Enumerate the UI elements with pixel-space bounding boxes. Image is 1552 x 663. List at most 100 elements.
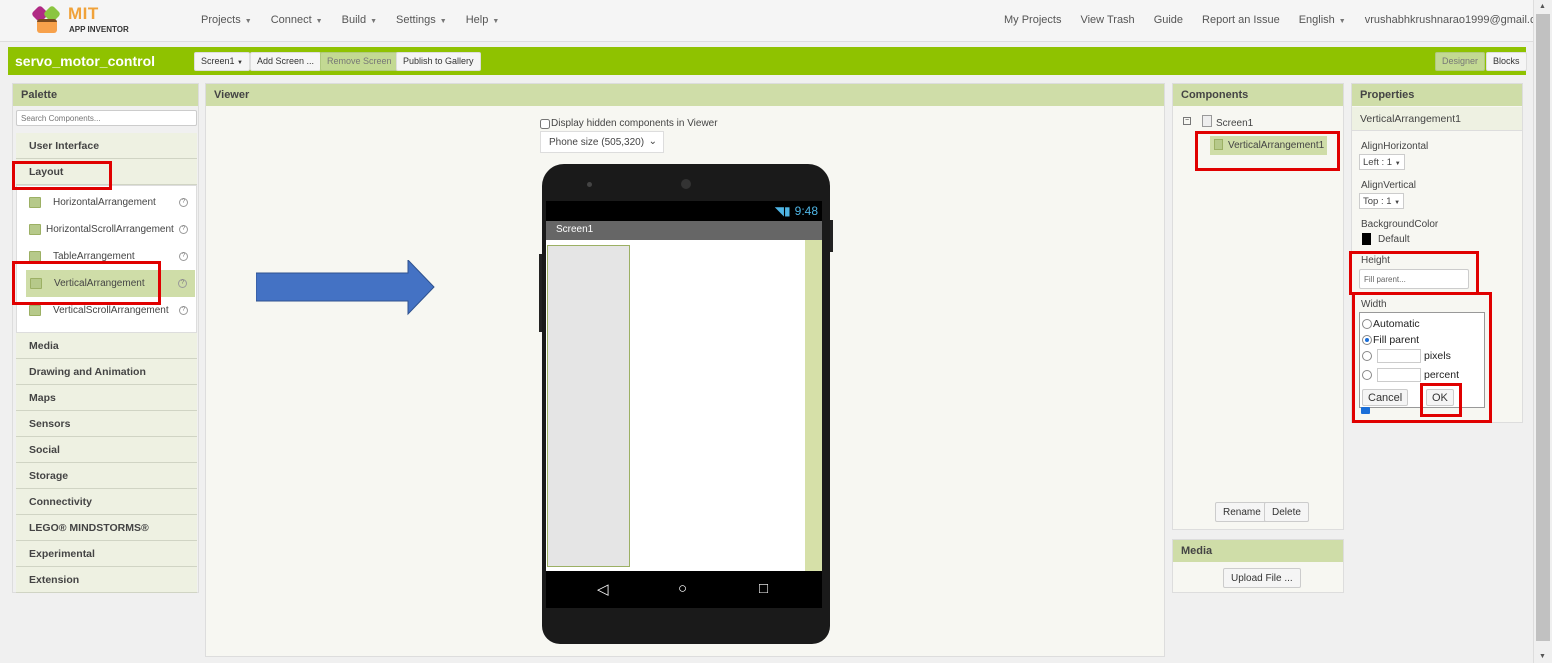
category-drawing-animation[interactable]: Drawing and Animation (16, 359, 197, 385)
phone-screen[interactable] (546, 240, 822, 571)
vertical-arrangement-preview[interactable] (547, 245, 630, 567)
horizontal-arrangement-icon (29, 197, 41, 208)
align-horizontal-select[interactable]: Left : 1 ▼ (1359, 154, 1405, 170)
scroll-down-icon[interactable]: ▼ (1539, 653, 1546, 660)
app-inventor-logo[interactable]: MIT APP INVENTOR (30, 4, 132, 36)
pixels-label: pixels (1424, 350, 1451, 362)
collapse-icon[interactable]: − (1183, 117, 1191, 125)
radio-fill-parent[interactable] (1362, 335, 1372, 345)
my-projects-link[interactable]: My Projects (1004, 14, 1061, 26)
language-menu[interactable]: English ▼ (1299, 14, 1346, 26)
publish-gallery-button[interactable]: Publish to Gallery (396, 52, 481, 71)
phone-size-select[interactable]: Phone size (505,320) ⌄ (540, 131, 664, 153)
display-hidden-checkbox[interactable]: Display hidden components in Viewer (540, 118, 718, 129)
component-search-input[interactable] (16, 110, 197, 126)
category-media[interactable]: Media (16, 333, 197, 359)
help-icon[interactable]: ? (179, 252, 188, 261)
palette-item-vertical-arrangement[interactable]: VerticalArrangement ? (26, 270, 195, 297)
phone-camera (681, 179, 691, 189)
background-color-label: BackgroundColor (1361, 219, 1439, 230)
caret-down-icon: ▼ (244, 18, 252, 25)
android-nav-bar: ◁ ○ □ (546, 571, 822, 608)
pixels-input[interactable] (1377, 349, 1421, 363)
category-sensors[interactable]: Sensors (16, 411, 197, 437)
add-screen-button[interactable]: Add Screen ... (250, 52, 322, 71)
category-layout[interactable]: Layout (16, 159, 197, 185)
height-input[interactable]: Fill parent... (1359, 269, 1469, 289)
project-name: servo_motor_control (15, 53, 156, 69)
guide-link[interactable]: Guide (1154, 14, 1183, 26)
help-icon[interactable]: ? (179, 198, 188, 207)
screen-scroll-strip (805, 240, 822, 571)
radio-automatic[interactable] (1362, 319, 1372, 329)
view-trash-link[interactable]: View Trash (1080, 14, 1134, 26)
menu-projects[interactable]: Projects ▼ (201, 14, 252, 26)
properties-title: Properties (1352, 84, 1522, 106)
percent-input[interactable] (1377, 368, 1421, 382)
menu-settings-label: Settings (396, 14, 436, 26)
width-option-pixels[interactable]: pixels (1362, 349, 1451, 363)
category-lego-mindstorms[interactable]: LEGO® MINDSTORMS® (16, 515, 197, 541)
menu-build[interactable]: Build ▼ (342, 14, 377, 26)
palette-item-horizontal-arrangement[interactable]: HorizontalArrangement ? (17, 189, 196, 216)
width-option-fill-parent[interactable]: Fill parent (1362, 334, 1419, 346)
language-label: English (1298, 14, 1335, 26)
upload-file-button[interactable]: Upload File ... (1223, 568, 1301, 588)
category-extension[interactable]: Extension (16, 567, 197, 593)
palette-title: Palette (13, 84, 198, 106)
palette-item-table-arrangement[interactable]: TableArrangement ? (17, 243, 196, 270)
phone-sensor (587, 182, 592, 187)
align-horizontal-value: Left : 1 (1363, 157, 1393, 168)
category-user-interface[interactable]: User Interface (16, 133, 197, 159)
menu-build-label: Build (341, 14, 367, 26)
tree-item-vertical-arrangement1[interactable]: VerticalArrangement1 (1210, 136, 1327, 155)
account-email-menu[interactable]: vrushabhkrushnarao1999@gmail.com▼ (1365, 14, 1552, 26)
screen-select-label: Screen1 (201, 56, 235, 66)
viewer-title: Viewer (206, 84, 1164, 106)
scroll-up-icon[interactable]: ▲ (1539, 3, 1546, 10)
category-experimental[interactable]: Experimental (16, 541, 197, 567)
menu-help[interactable]: Help ▼ (466, 14, 500, 26)
palette-item-label: HorizontalScrollArrangement (46, 224, 174, 235)
width-option-percent[interactable]: percent (1362, 368, 1459, 382)
radio-pixels[interactable] (1362, 351, 1372, 361)
phone-power-button (830, 220, 833, 252)
visible-checkbox[interactable] (1361, 407, 1370, 414)
caret-down-icon: ▼ (1394, 161, 1401, 167)
main-menu: Projects ▼ Connect ▼ Build ▼ Settings ▼ Help… (201, 14, 518, 26)
background-color-swatch[interactable] (1362, 233, 1371, 245)
category-storage[interactable]: Storage (16, 463, 197, 489)
category-social[interactable]: Social (16, 437, 197, 463)
help-icon[interactable]: ? (179, 225, 188, 234)
blocks-button[interactable]: Blocks (1486, 52, 1527, 71)
report-issue-link[interactable]: Report an Issue (1202, 14, 1280, 26)
delete-button[interactable]: Delete (1264, 502, 1309, 522)
display-hidden-checkbox-input[interactable] (540, 118, 550, 129)
radio-percent[interactable] (1362, 370, 1372, 380)
tree-item-screen1[interactable]: Screen1 (1216, 118, 1253, 129)
screen-title-bar: Screen1 (546, 221, 822, 240)
scrollbar-thumb[interactable] (1536, 14, 1550, 641)
rename-button[interactable]: Rename (1215, 502, 1269, 522)
remove-screen-button[interactable]: Remove Screen (320, 52, 399, 71)
menu-help-label: Help (465, 14, 489, 26)
designer-button[interactable]: Designer (1435, 52, 1486, 71)
menu-settings[interactable]: Settings ▼ (396, 14, 447, 26)
width-cancel-button[interactable]: Cancel (1362, 389, 1409, 406)
page-scrollbar[interactable]: ▲ ▼ (1533, 0, 1552, 663)
width-ok-button[interactable]: OK (1426, 389, 1454, 406)
screen-select-button[interactable]: Screen1 ▼ (194, 52, 250, 71)
automatic-label: Automatic (1373, 318, 1420, 330)
palette-item-vertical-scroll-arrangement[interactable]: VerticalScrollArrangement ? (17, 297, 196, 324)
align-vertical-select[interactable]: Top : 1 ▼ (1359, 193, 1405, 209)
width-option-automatic[interactable]: Automatic (1362, 318, 1420, 330)
help-icon[interactable]: ? (178, 279, 187, 288)
category-connectivity[interactable]: Connectivity (16, 489, 197, 515)
palette-item-horizontal-scroll-arrangement[interactable]: HorizontalScrollArrangement ? (17, 216, 196, 243)
menu-connect[interactable]: Connect ▼ (271, 14, 323, 26)
help-icon[interactable]: ? (179, 306, 188, 315)
category-maps[interactable]: Maps (16, 385, 197, 411)
background-color-value[interactable]: Default (1378, 234, 1410, 245)
caret-down-icon: ▼ (1338, 18, 1346, 25)
align-vertical-value: Top : 1 (1363, 196, 1392, 207)
